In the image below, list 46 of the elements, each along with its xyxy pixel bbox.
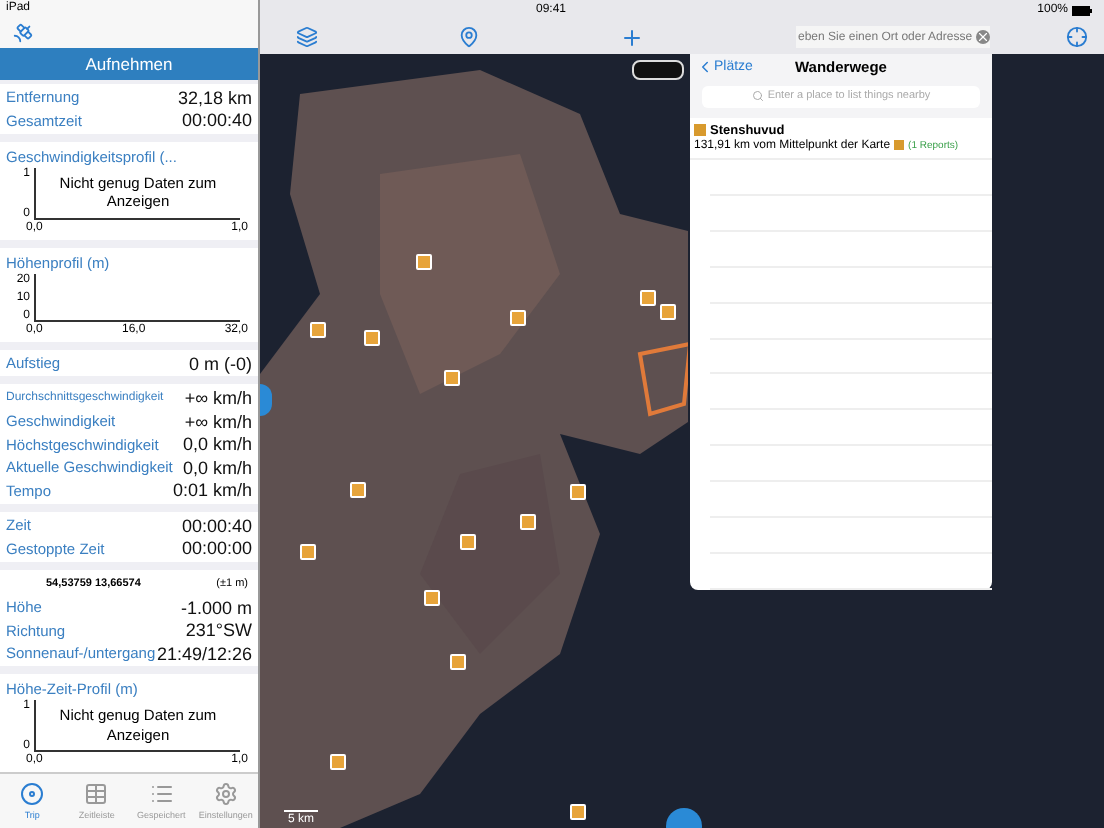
clear-icon bbox=[976, 30, 990, 44]
map-marker-icon[interactable] bbox=[570, 484, 586, 500]
pin-icon[interactable] bbox=[458, 26, 480, 48]
stat-value: 32,18 km bbox=[177, 87, 252, 108]
battery-icon bbox=[1072, 5, 1092, 15]
back-chevron-icon bbox=[696, 58, 714, 77]
expand-handle[interactable] bbox=[260, 384, 272, 416]
map-marker-icon[interactable] bbox=[570, 804, 586, 820]
stat-value: 0:01 km/h bbox=[172, 480, 252, 501]
stat-value: -1.000 m bbox=[180, 597, 252, 618]
stat-value: 00:00:40 bbox=[181, 110, 252, 131]
map-marker-icon[interactable] bbox=[460, 534, 476, 550]
map-marker-icon[interactable] bbox=[444, 370, 460, 386]
tab-icon bbox=[20, 782, 45, 807]
stat-value: 0,0 km/h bbox=[182, 457, 252, 478]
stat-value: 0 m (-0) bbox=[189, 353, 252, 374]
satellite-icon[interactable] bbox=[12, 21, 34, 44]
stat-value: 0,0 km/h bbox=[182, 434, 252, 455]
toggle-control[interactable] bbox=[632, 60, 684, 80]
map-marker-icon[interactable] bbox=[330, 754, 346, 770]
map-marker-icon[interactable] bbox=[416, 254, 432, 270]
search-icon bbox=[751, 90, 764, 103]
stat-value: 00:00:00 bbox=[181, 538, 252, 559]
map-marker-icon[interactable] bbox=[640, 290, 656, 306]
tab-icon bbox=[84, 782, 109, 807]
add-icon[interactable] bbox=[620, 25, 644, 49]
map-marker-icon[interactable] bbox=[300, 544, 316, 560]
record-button[interactable]: Aufnehmen bbox=[0, 47, 258, 80]
stat-value: 231°SW bbox=[185, 620, 252, 641]
stat-value: 21:49/12:26 bbox=[156, 643, 252, 664]
trail-icon bbox=[694, 124, 706, 137]
layers-icon[interactable] bbox=[296, 26, 318, 48]
map-marker-icon[interactable] bbox=[510, 310, 526, 326]
map-marker-icon[interactable] bbox=[310, 322, 326, 338]
trail-icon bbox=[894, 140, 905, 151]
stat-value: +∞ km/h bbox=[184, 411, 252, 432]
map-marker-icon[interactable] bbox=[660, 304, 676, 320]
map-marker-icon[interactable] bbox=[350, 482, 366, 498]
map-marker-icon[interactable] bbox=[520, 514, 536, 530]
map-marker-icon[interactable] bbox=[424, 590, 440, 606]
tab-icon bbox=[213, 782, 238, 807]
stat-value: 00:00:40 bbox=[181, 515, 252, 536]
map-marker-icon[interactable] bbox=[450, 654, 466, 670]
map-marker-icon[interactable] bbox=[364, 330, 380, 346]
stat-value: +∞ km/h bbox=[184, 388, 252, 409]
locate-icon[interactable] bbox=[1066, 26, 1088, 48]
